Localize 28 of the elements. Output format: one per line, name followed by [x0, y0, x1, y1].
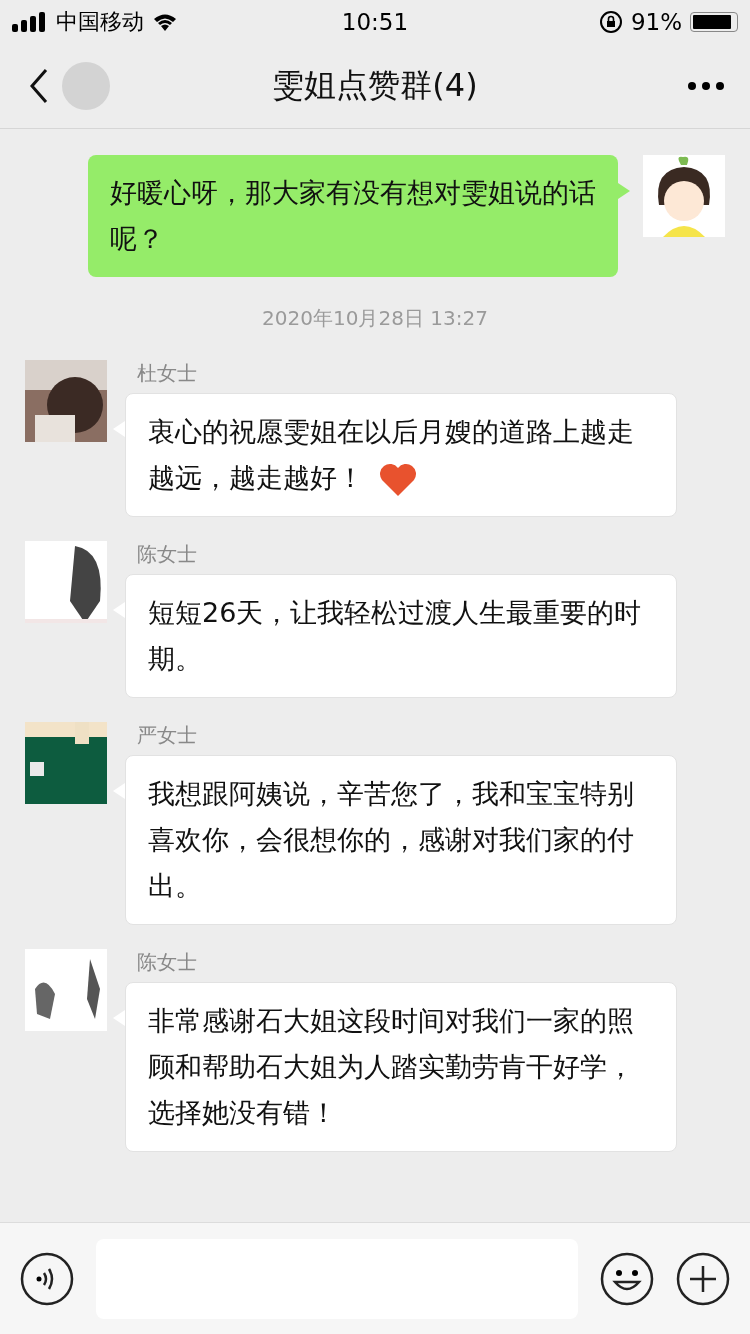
voice-icon[interactable] [20, 1251, 74, 1306]
plus-icon[interactable] [676, 1251, 730, 1306]
signal-icon [12, 12, 48, 32]
sender-name: 杜女士 [137, 360, 198, 387]
timestamp: 2020年10月28日 13:27 [262, 305, 488, 332]
sender-name: 陈女士 [137, 949, 198, 976]
carrier-name: 中国移动 [56, 8, 144, 36]
chat-title: 雯姐点赞群(4) [272, 66, 478, 104]
bubble-tail [113, 783, 125, 799]
bubble-tail [113, 421, 125, 437]
bubble-tail [113, 1010, 125, 1026]
message-bubble: 好暖心呀，那大家有没有想对雯姐说的话呢？ [88, 155, 618, 277]
message-bubble: 短短26天，让我轻松过渡人生最重要的时期。 [125, 574, 677, 698]
message-bubble: 我想跟阿姨说，辛苦您了，我和宝宝特别喜欢你，会很想你的，感谢对我们家的付出。 [125, 755, 677, 925]
message-bubble: 衷心的祝愿雯姐在以后月嫂的道路上越走越远，越走越好！ [125, 393, 677, 517]
sender-name: 严女士 [137, 722, 198, 749]
rotation-lock-icon [598, 10, 623, 34]
bubble-tail [618, 183, 630, 199]
wifi-icon [152, 12, 178, 32]
battery-percentage: 91% [630, 9, 682, 35]
clock-time: 10:51 [341, 9, 409, 35]
message-bubble: 非常感谢石大姐这段时间对我们一家的照顾和帮助石大姐为人踏实勤劳肯干好学，选择她没有错！ [125, 982, 677, 1152]
avatar [62, 62, 110, 110]
battery-icon [690, 12, 738, 32]
emoji-icon[interactable] [600, 1251, 654, 1306]
bubble-tail [113, 602, 125, 618]
more-icon[interactable] [686, 80, 726, 92]
sender-name: 陈女士 [137, 541, 198, 568]
